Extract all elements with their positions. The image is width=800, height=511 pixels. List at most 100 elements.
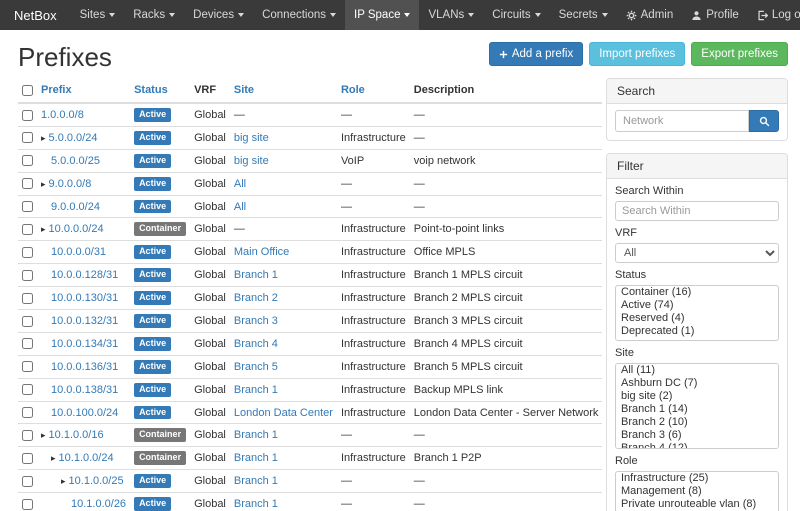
site-filter-list[interactable]: All (11)Ashburn DC (7)big site (2)Branch…: [615, 363, 779, 449]
profile-link[interactable]: Profile: [682, 0, 748, 30]
site-filter-option[interactable]: big site (2): [616, 390, 778, 403]
row-checkbox[interactable]: [22, 270, 33, 281]
nav-item-circuits[interactable]: Circuits: [483, 0, 549, 30]
sort-link-prefix[interactable]: Prefix: [41, 84, 72, 96]
role-filter-option[interactable]: Management (8): [616, 485, 778, 498]
row-checkbox[interactable]: [22, 224, 33, 235]
search-button[interactable]: [749, 110, 779, 132]
prefix-link[interactable]: 10.0.0.136/31: [51, 361, 118, 373]
prefix-link[interactable]: 10.0.0.130/31: [51, 292, 118, 304]
row-checkbox[interactable]: [22, 178, 33, 189]
search-input[interactable]: [615, 110, 749, 132]
prefix-link[interactable]: 10.1.0.0/16: [49, 429, 104, 441]
row-checkbox[interactable]: [22, 110, 33, 121]
nav-item-racks[interactable]: Racks: [124, 0, 184, 30]
row-checkbox[interactable]: [22, 132, 33, 143]
row-checkbox[interactable]: [22, 247, 33, 258]
prefix-link[interactable]: 5.0.0.0/24: [49, 132, 98, 144]
site-link[interactable]: Branch 1: [234, 384, 278, 396]
site-cell: London Data Center: [230, 401, 337, 424]
row-checkbox[interactable]: [22, 453, 33, 464]
prefix-link[interactable]: 9.0.0.0/8: [49, 178, 92, 190]
nav-item-devices[interactable]: Devices: [184, 0, 253, 30]
site-filter-option[interactable]: Branch 1 (14): [616, 403, 778, 416]
prefix-link[interactable]: 10.1.0.0/24: [59, 452, 114, 464]
site-link[interactable]: Branch 1: [234, 475, 278, 487]
prefix-link[interactable]: 10.0.0.128/31: [51, 269, 118, 281]
row-checkbox[interactable]: [22, 407, 33, 418]
row-select-cell: [18, 332, 37, 355]
row-checkbox[interactable]: [22, 293, 33, 304]
prefix-link[interactable]: 1.0.0.0/8: [41, 109, 84, 121]
row-checkbox[interactable]: [22, 476, 33, 487]
admin-link[interactable]: Admin: [617, 0, 683, 30]
site-link[interactable]: All: [234, 201, 246, 213]
site-filter-option[interactable]: All (11): [616, 364, 778, 377]
status-cell: Active: [130, 332, 190, 355]
site-link[interactable]: Branch 1: [234, 452, 278, 464]
role-filter-option[interactable]: Infrastructure (25): [616, 472, 778, 485]
status-filter-option[interactable]: Deprecated (1): [616, 325, 778, 338]
prefix-link[interactable]: 10.0.100.0/24: [51, 407, 118, 419]
site-link[interactable]: Branch 1: [234, 429, 278, 441]
nav-item-label: Sites: [80, 9, 106, 21]
sort-link-site[interactable]: Site: [234, 84, 254, 96]
prefix-link[interactable]: 5.0.0.0/25: [51, 155, 100, 167]
prefix-link[interactable]: 10.1.0.0/26: [71, 498, 126, 510]
nav-item-vlans[interactable]: VLANs: [419, 0, 483, 30]
sort-link-role[interactable]: Role: [341, 84, 365, 96]
prefix-link[interactable]: 10.0.0.138/31: [51, 384, 118, 396]
vrf-select[interactable]: All: [615, 243, 779, 263]
prefix-link[interactable]: 9.0.0.0/24: [51, 201, 100, 213]
role-filter-option[interactable]: Private unrouteable vlan (8): [616, 498, 778, 511]
row-checkbox[interactable]: [22, 384, 33, 395]
prefix-link[interactable]: 10.0.0.134/31: [51, 338, 118, 350]
select-all-checkbox[interactable]: [22, 85, 33, 96]
sort-link-status[interactable]: Status: [134, 84, 168, 96]
site-link[interactable]: Main Office: [234, 246, 289, 258]
status-filter-option[interactable]: Active (74): [616, 299, 778, 312]
import-prefixes-button[interactable]: Import prefixes: [589, 42, 685, 66]
site-link[interactable]: London Data Center: [234, 407, 333, 419]
row-checkbox[interactable]: [22, 201, 33, 212]
add-prefix-button[interactable]: Add a prefix: [489, 42, 583, 66]
site-link[interactable]: Branch 4: [234, 338, 278, 350]
site-filter-option[interactable]: Ashburn DC (7): [616, 377, 778, 390]
site-filter-option[interactable]: Branch 3 (6): [616, 429, 778, 442]
status-filter-option[interactable]: Reserved (4): [616, 312, 778, 325]
site-link[interactable]: big site: [234, 155, 269, 167]
status-filter-list[interactable]: Container (16)Active (74)Reserved (4)Dep…: [615, 285, 779, 341]
nav-item-connections[interactable]: Connections: [253, 0, 345, 30]
app-logo[interactable]: NetBox: [0, 0, 71, 30]
page-title: Prefixes: [18, 40, 112, 74]
prefix-link[interactable]: 10.0.0.0/24: [49, 223, 104, 235]
site-link[interactable]: Branch 1: [234, 498, 278, 510]
site-link[interactable]: All: [234, 178, 246, 190]
site-filter-option[interactable]: Branch 4 (12): [616, 442, 778, 449]
row-checkbox[interactable]: [22, 338, 33, 349]
search-within-input[interactable]: [615, 201, 779, 221]
site-link[interactable]: big site: [234, 132, 269, 144]
export-prefixes-button[interactable]: Export prefixes: [691, 42, 788, 66]
row-checkbox[interactable]: [22, 430, 33, 441]
prefix-link[interactable]: 10.0.0.0/31: [51, 246, 106, 258]
row-checkbox[interactable]: [22, 499, 33, 510]
row-checkbox[interactable]: [22, 155, 33, 166]
role-cell: Infrastructure: [337, 310, 410, 333]
row-select-cell: [18, 195, 37, 218]
nav-item-secrets[interactable]: Secrets: [550, 0, 617, 30]
site-link[interactable]: Branch 1: [234, 269, 278, 281]
prefix-link[interactable]: 10.1.0.0/25: [69, 475, 124, 487]
nav-item-sites[interactable]: Sites: [71, 0, 125, 30]
logout-link[interactable]: Log out: [748, 0, 800, 30]
row-checkbox[interactable]: [22, 316, 33, 327]
nav-item-ip-space[interactable]: IP Space: [345, 0, 419, 30]
status-filter-option[interactable]: Container (16): [616, 286, 778, 299]
site-filter-option[interactable]: Branch 2 (10): [616, 416, 778, 429]
site-link[interactable]: Branch 3: [234, 315, 278, 327]
prefix-link[interactable]: 10.0.0.132/31: [51, 315, 118, 327]
site-link[interactable]: Branch 2: [234, 292, 278, 304]
site-link[interactable]: Branch 5: [234, 361, 278, 373]
role-filter-list[interactable]: Infrastructure (25)Management (8)Private…: [615, 471, 779, 511]
row-checkbox[interactable]: [22, 361, 33, 372]
